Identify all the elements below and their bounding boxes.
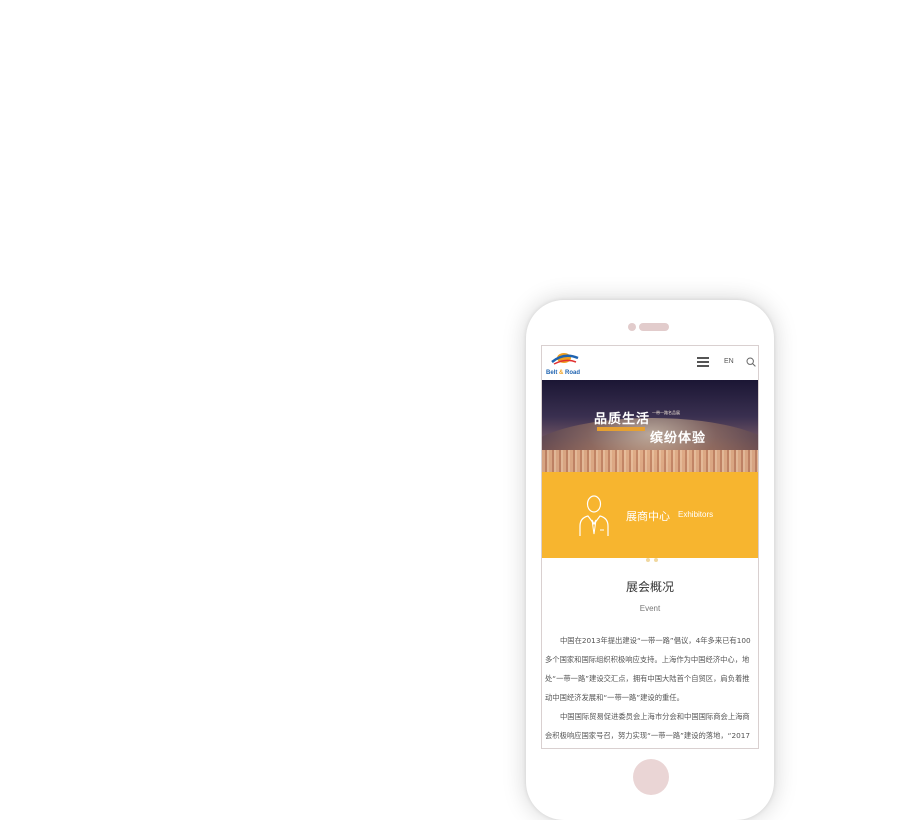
event-paragraph-2: 中国国际贸易促进委员会上海市分会和中国国际商会上海商会积极响应国家号召，努力实现… (545, 712, 751, 740)
carousel-dots (638, 547, 662, 566)
logo-word-belt: Belt (546, 370, 558, 376)
hero-banner[interactable]: 品质生活 一带一路名品展 缤纷体验 (542, 380, 758, 472)
banner-small-text: 一带一路名品展 (652, 410, 680, 415)
event-paragraph-1: 中国在2013年提出建设“一带一路”倡议，4年多来已有100多个国家和国际组织积… (545, 636, 751, 702)
person-icon (579, 495, 609, 536)
logo-swoosh-icon (551, 353, 579, 365)
event-subtitle: Event (639, 604, 661, 613)
exhibitors-title-en: Exhibitors (678, 510, 714, 519)
phone-screen: Belt & Road EN 品质生活 一带一路名品展 缤纷体验 展商中心 Ex… (541, 345, 759, 749)
exhibitors-title-cn: 展商中心 (626, 510, 670, 523)
banner-title-2: 缤纷体验 (650, 431, 707, 446)
site-header: Belt & Road EN (542, 346, 758, 380)
home-button[interactable] (633, 759, 669, 795)
carousel-dot-3[interactable] (654, 558, 658, 562)
language-toggle[interactable]: EN (724, 358, 734, 365)
logo-ampersand: & (559, 370, 564, 376)
carousel-dot-2[interactable] (646, 558, 650, 562)
phone-speaker (639, 323, 669, 331)
banner-title-1: 品质生活 (594, 412, 651, 427)
banner-city-image (542, 450, 758, 472)
exhibitors-panel[interactable]: 展商中心 Exhibitors (542, 472, 758, 562)
phone-camera (628, 323, 636, 331)
search-icon[interactable] (746, 357, 756, 367)
banner-tag-bar (597, 427, 645, 431)
event-title: 展会概况 (625, 580, 674, 594)
carousel-dot-1[interactable] (638, 558, 642, 562)
menu-icon[interactable] (697, 357, 709, 367)
logo-word-road: Road (565, 370, 581, 376)
logo-text: Belt & Road (546, 370, 580, 376)
site-logo[interactable]: Belt & Road (546, 350, 586, 376)
